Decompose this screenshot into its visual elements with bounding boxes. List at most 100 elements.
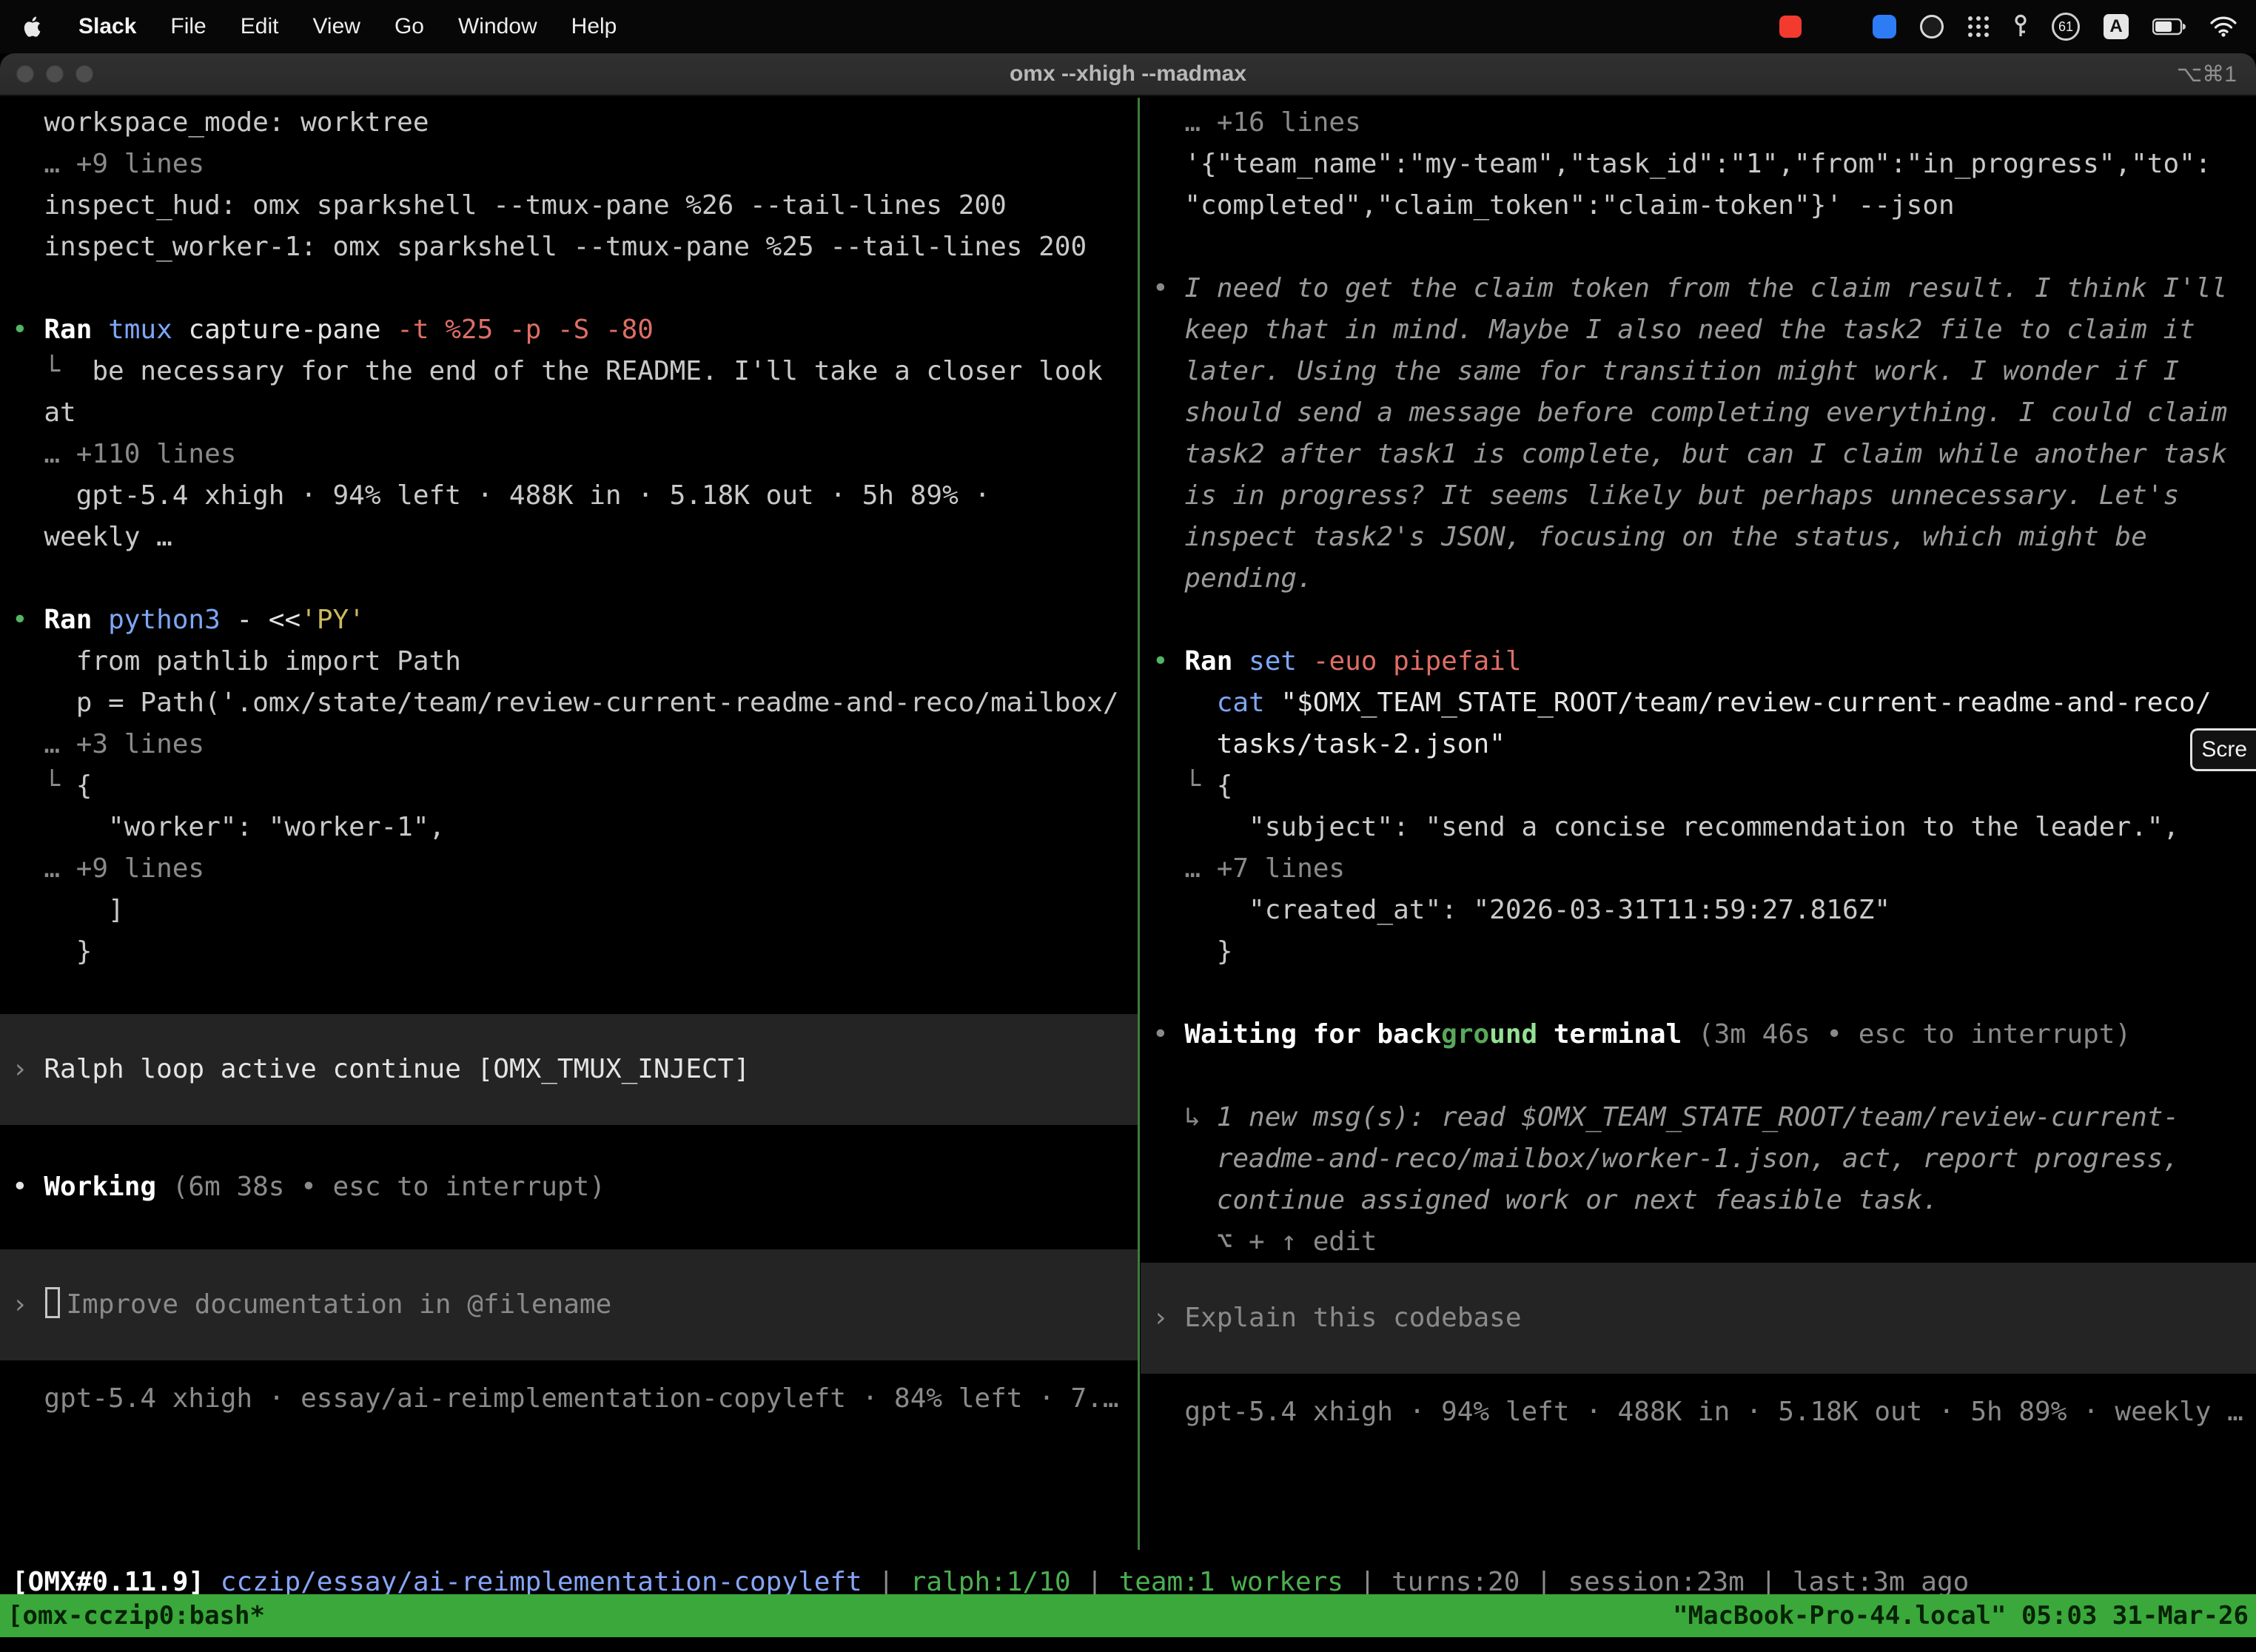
ghost-app-icon[interactable]	[1920, 15, 1944, 38]
text-segment: "$OMX_TEAM_STATE_ROOT/team/review-curren…	[1280, 688, 2211, 718]
terminal-line: continue assigned work or next feasible …	[1141, 1180, 2256, 1221]
text-segment: capture-pane	[188, 315, 397, 345]
text-segment: └	[1152, 770, 1217, 801]
working-indicator: • Working (6m 38s • esc to interrupt)	[0, 1166, 1138, 1208]
text-segment: is in progress? It seems likely but perh…	[1152, 480, 2179, 511]
screenshot-thumbnail-overlay[interactable]: Scre	[2190, 728, 2256, 771]
terminal-line: └ {	[1141, 765, 2256, 807]
text-segment: … +9 lines	[12, 853, 204, 884]
text-segment: … +110 lines	[12, 439, 236, 469]
text-segment: 1 new msg(s): read $OMX_TEAM_STATE_ROOT/…	[1217, 1102, 2179, 1132]
menu-item-window[interactable]: Window	[458, 14, 537, 39]
text-cursor	[45, 1287, 60, 1318]
menu-item-file[interactable]: File	[170, 14, 206, 39]
text-segment: -euo pipefail	[1313, 646, 1522, 676]
text-segment: weekly …	[12, 522, 172, 552]
terminal-line: "created_at": "2026-03-31T11:59:27.816Z"	[1141, 890, 2256, 931]
battery-gauge-icon[interactable]: 61	[2052, 13, 2080, 41]
window-title-bar: omx --xhigh --madmax ⌥⌘1	[0, 53, 2256, 96]
terminal-line: }	[0, 931, 1138, 973]
terminal-window: omx --xhigh --madmax ⌥⌘1 workspace_mode:…	[0, 53, 2256, 1652]
text-segment: tmux	[108, 315, 188, 345]
window-title: omx --xhigh --madmax	[0, 61, 2256, 87]
apple-menu-icon[interactable]	[19, 12, 44, 41]
menu-item-help[interactable]: Help	[571, 14, 617, 39]
terminal-pane-right[interactable]: … +16 lines '{"team_name":"my-team","tas…	[1141, 102, 2256, 1433]
blank-line	[0, 1208, 1138, 1249]
text-segment: Improve documentation in @filename	[66, 1284, 611, 1326]
tmux-pane-divider[interactable]	[1138, 98, 1140, 1550]
text-segment: ›	[1152, 1297, 1184, 1339]
composer-input[interactable]: › Explain this codebase	[1141, 1263, 2256, 1374]
terminal-line: from pathlib import Path	[0, 641, 1138, 682]
terminal-line: cat "$OMX_TEAM_STATE_ROOT/team/review-cu…	[1141, 682, 2256, 724]
text-segment: ↳	[1152, 1102, 1217, 1132]
text-segment: (6m 38s • esc to interrupt)	[172, 1172, 605, 1202]
terminal-line: readme-and-reco/mailbox/worker-1.json, a…	[1141, 1138, 2256, 1180]
text-segment: ›	[12, 1284, 44, 1326]
menu-item-go[interactable]: Go	[395, 14, 424, 39]
terminal-line: • Ran python3 - <<'PY'	[0, 600, 1138, 641]
wifi-icon[interactable]	[2210, 16, 2237, 37]
injected-prompt: › Ralph loop active continue [OMX_TMUX_I…	[0, 1014, 1138, 1125]
terminal-line: "completed","claim_token":"claim-token"}…	[1141, 185, 2256, 226]
terminal-line: gpt-5.4 xhigh · 94% left · 488K in · 5.1…	[0, 475, 1138, 517]
text-segment: be necessary for the end of the README. …	[92, 356, 1102, 386]
key-icon[interactable]	[2013, 14, 2028, 39]
blank-line	[1141, 1055, 2256, 1097]
terminal-line: workspace_mode: worktree	[0, 102, 1138, 144]
composer-input[interactable]: › Improve documentation in @filename	[0, 1249, 1138, 1360]
waiting-indicator: • Waiting for background terminal (3m 46…	[1141, 1014, 2256, 1055]
dots-grid-icon[interactable]	[1967, 16, 1990, 38]
terminal-line: tasks/task-2.json"	[1141, 724, 2256, 765]
text-segment: task2 after task1 is complete, but can I…	[1152, 439, 2227, 469]
text-segment: … +3 lines	[12, 729, 204, 759]
terminal-line: • Ran set -euo pipefail	[1141, 641, 2256, 682]
text-segment: gpt-5.4 xhigh · essay/ai-reimplementatio…	[12, 1383, 1119, 1414]
status-line: gpt-5.4 xhigh · 94% left · 488K in · 5.1…	[1141, 1391, 2256, 1433]
terminal-pane-left[interactable]: workspace_mode: worktree … +9 lines insp…	[0, 102, 1138, 1420]
window-grid-icon[interactable]	[1825, 15, 1849, 38]
tmux-status-bar: [omx-cczip0:bash* "MacBook-Pro-44.local"…	[0, 1594, 2256, 1637]
text-segment: turns:20	[1391, 1567, 1520, 1597]
text-segment: •	[1152, 273, 1184, 303]
tmux-session-label: [omx-cczip0:bash*	[7, 1595, 265, 1636]
gauge-value: 61	[2058, 19, 2073, 35]
terminal-line: • Ran tmux capture-pane -t %25 -p -S -80	[0, 309, 1138, 351]
text-segment: ralph:1/10	[910, 1567, 1071, 1597]
text-segment: '{"team_name":"my-team","task_id":"1","f…	[1152, 149, 2211, 179]
input-source-icon[interactable]: A	[2104, 14, 2129, 39]
terminal-line: • I need to get the claim token from the…	[1141, 268, 2256, 309]
text-segment: Ran	[1184, 646, 1249, 676]
text-segment: continue assigned work or next feasible …	[1152, 1185, 1938, 1215]
text-segment: I need to get the claim token from the c…	[1184, 273, 2227, 303]
text-segment: "completed","claim_token":"claim-token"}…	[1152, 190, 1955, 221]
text-segment: gpt-5.4 xhigh · 94% left · 488K in · 5.1…	[12, 480, 990, 511]
text-segment: at	[12, 397, 76, 428]
terminal-line: at	[0, 392, 1138, 434]
blank-line	[0, 973, 1138, 1014]
terminal-line: inspect_worker-1: omx sparkshell --tmux-…	[0, 226, 1138, 268]
blank-line	[0, 1125, 1138, 1166]
menu-item-view[interactable]: View	[312, 14, 360, 39]
active-app-name[interactable]: Slack	[78, 14, 136, 39]
text-segment: {	[76, 770, 93, 801]
text-segment: Ran	[44, 315, 108, 345]
text-segment: … +16 lines	[1152, 107, 1361, 138]
terminal-line: is in progress? It seems likely but perh…	[1141, 475, 2256, 517]
text-segment: └	[12, 770, 76, 801]
battery-icon[interactable]	[2152, 18, 2186, 36]
recording-indicator-icon[interactable]	[1779, 16, 1802, 38]
menu-item-edit[interactable]: Edit	[241, 14, 279, 39]
blue-app-icon[interactable]	[1873, 15, 1896, 38]
terminal-line: … +110 lines	[0, 434, 1138, 475]
text-segment: -t %25 -p -S -80	[397, 315, 654, 345]
blank-line	[0, 558, 1138, 600]
text-segment: 'PY'	[301, 605, 365, 635]
text-segment: |	[1520, 1567, 1568, 1597]
text-segment: keep that in mind. Maybe I also need the…	[1152, 315, 2195, 345]
text-segment: "subject": "send a concise recommendatio…	[1152, 812, 2179, 842]
text-segment: ⌥ + ↑ edit	[1152, 1226, 1377, 1257]
terminal-line: inspect task2's JSON, focusing on the st…	[1141, 517, 2256, 558]
text-segment: •	[12, 315, 44, 345]
